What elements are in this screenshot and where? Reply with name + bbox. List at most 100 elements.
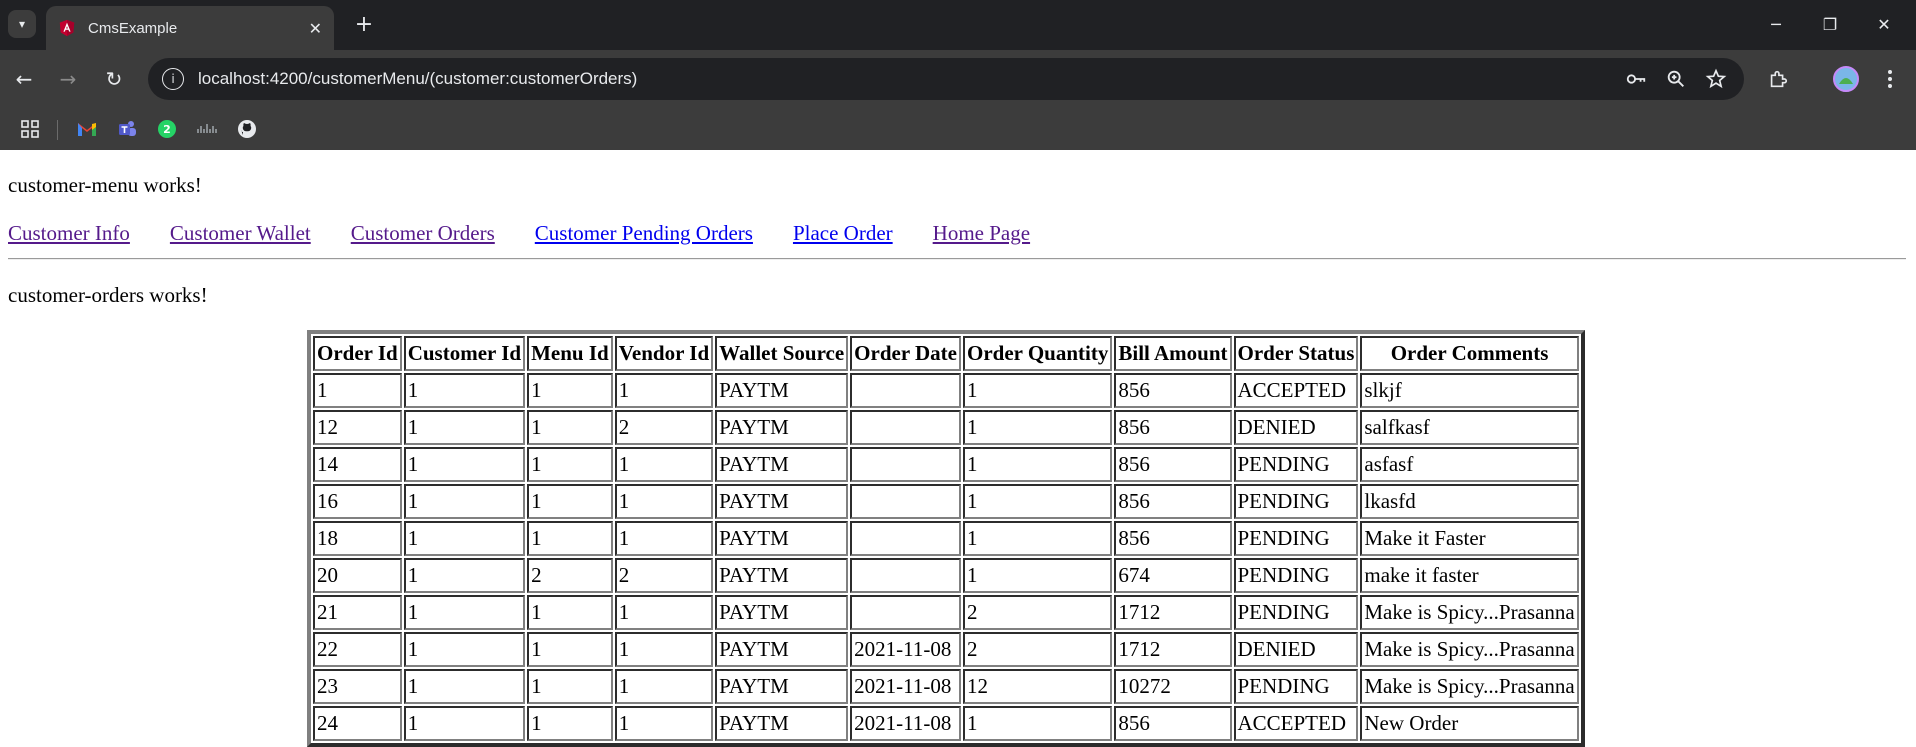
github-icon[interactable] [236, 118, 258, 140]
cell-customer-id: 1 [403, 706, 526, 741]
cell-order-date [850, 558, 961, 593]
cell-order-quantity: 2 [963, 632, 1113, 667]
cell-order-quantity: 1 [963, 447, 1113, 482]
reload-button[interactable]: ↻ [98, 63, 130, 95]
customer-pending-orders-link[interactable]: Customer Pending Orders [535, 221, 753, 245]
gmail-icon[interactable] [76, 118, 98, 140]
restore-button[interactable]: ❐ [1810, 10, 1850, 38]
cell-order-status: PENDING [1233, 521, 1359, 556]
apps-grid-icon[interactable] [19, 118, 41, 140]
cell-order-comments: make it faster [1360, 558, 1579, 593]
cell-order-comments: lkasfd [1360, 484, 1579, 519]
header-vendor-id: Vendor Id [614, 336, 714, 371]
customer-orders-link[interactable]: Customer Orders [351, 221, 495, 245]
table-row: 14 1 1 1 PAYTM 1 856 PENDING asfasf [313, 447, 1579, 482]
cell-vendor-id: 1 [614, 521, 714, 556]
cell-vendor-id: 1 [614, 706, 714, 741]
cell-menu-id: 1 [527, 410, 613, 445]
table-row: 1 1 1 1 PAYTM 1 856 ACCEPTED slkjf [313, 373, 1579, 408]
new-tab-button[interactable]: + [350, 10, 378, 38]
reload-icon: ↻ [105, 67, 123, 91]
cell-wallet-source: PAYTM [715, 706, 849, 741]
cell-order-date [850, 447, 961, 482]
restore-icon: ❐ [1822, 14, 1838, 34]
place-order-link[interactable]: Place Order [793, 221, 893, 245]
close-icon: ✕ [1877, 14, 1891, 34]
teams-icon[interactable] [116, 118, 138, 140]
tab-search-button[interactable]: ▾ [8, 10, 36, 38]
cell-bill-amount: 856 [1114, 410, 1232, 445]
cell-menu-id: 2 [527, 558, 613, 593]
url-text[interactable]: localhost:4200/customerMenu/(customer:cu… [198, 69, 1624, 89]
minimize-icon: ─ [1771, 14, 1781, 34]
cell-order-id: 20 [313, 558, 402, 593]
cell-order-date [850, 595, 961, 630]
cell-order-id: 12 [313, 410, 402, 445]
angular-favicon-icon [59, 19, 75, 37]
header-order-date: Order Date [850, 336, 961, 371]
customer-wallet-link[interactable]: Customer Wallet [170, 221, 311, 245]
cell-order-id: 22 [313, 632, 402, 667]
customer-info-link[interactable]: Customer Info [8, 221, 130, 245]
cell-wallet-source: PAYTM [715, 447, 849, 482]
cell-customer-id: 1 [403, 410, 526, 445]
header-wallet-source: Wallet Source [715, 336, 849, 371]
header-menu-id: Menu Id [527, 336, 613, 371]
cell-order-date: 2021-11-08 [850, 669, 961, 704]
browser-tab[interactable]: CmsExample ✕ [46, 6, 334, 50]
cell-customer-id: 1 [403, 484, 526, 519]
password-key-icon[interactable] [1624, 67, 1648, 91]
address-bar[interactable]: i localhost:4200/customerMenu/(customer:… [148, 58, 1744, 100]
cell-customer-id: 1 [403, 595, 526, 630]
table-row: 21 1 1 1 PAYTM 2 1712 PENDING Make is Spicy...Pr… [313, 595, 1579, 630]
cell-vendor-id: 2 [614, 558, 714, 593]
cell-customer-id: 1 [403, 373, 526, 408]
cell-wallet-source: PAYTM [715, 595, 849, 630]
whatsapp-badge: 2 [163, 123, 171, 136]
cell-bill-amount: 10272 [1114, 669, 1232, 704]
tab-title: CmsExample [88, 19, 178, 37]
cell-order-comments: salfkasf [1360, 410, 1579, 445]
cell-order-id: 1 [313, 373, 402, 408]
table-row: 24 1 1 1 PAYTM 2021-11-08 1 856 ACCEPTED New Orde… [313, 706, 1579, 741]
close-window-button[interactable]: ✕ [1864, 10, 1904, 38]
table-row: 23 1 1 1 PAYTM 2021-11-08 12 10272 PENDING Make i… [313, 669, 1579, 704]
cell-order-status: DENIED [1233, 632, 1359, 667]
minimize-button[interactable]: ─ [1756, 10, 1796, 38]
extensions-puzzle-icon[interactable] [1766, 67, 1790, 91]
cell-order-date: 2021-11-08 [850, 632, 961, 667]
header-order-quantity: Order Quantity [963, 336, 1113, 371]
close-tab-icon[interactable]: ✕ [309, 19, 322, 38]
cell-order-id: 14 [313, 447, 402, 482]
forward-button[interactable]: → [52, 63, 84, 95]
more-menu-icon[interactable] [1878, 67, 1902, 91]
back-button[interactable]: ← [8, 63, 40, 95]
table-header-row: Order Id Customer Id Menu Id Vendor Id W… [313, 336, 1579, 371]
header-order-status: Order Status [1233, 336, 1359, 371]
cell-menu-id: 1 [527, 595, 613, 630]
zoom-icon[interactable] [1664, 67, 1688, 91]
cisco-icon[interactable] [196, 118, 218, 140]
table-row: 16 1 1 1 PAYTM 1 856 PENDING lkasfd [313, 484, 1579, 519]
cell-order-comments: slkjf [1360, 373, 1579, 408]
arrow-right-icon: → [59, 67, 77, 91]
cell-wallet-source: PAYTM [715, 373, 849, 408]
cell-wallet-source: PAYTM [715, 484, 849, 519]
home-page-link[interactable]: Home Page [933, 221, 1030, 245]
browser-chrome: ▾ CmsExample ✕ + ─ ❐ ✕ ← → ↻ i localhost… [0, 0, 1916, 150]
orders-table: Order Id Customer Id Menu Id Vendor Id W… [307, 330, 1585, 747]
cell-order-date [850, 373, 961, 408]
profile-avatar[interactable] [1832, 65, 1860, 93]
cell-customer-id: 1 [403, 632, 526, 667]
site-info-icon[interactable]: i [162, 68, 184, 90]
cell-order-comments: Make is Spicy...Prasanna [1360, 632, 1579, 667]
cell-customer-id: 1 [403, 558, 526, 593]
cell-order-date [850, 484, 961, 519]
whatsapp-icon[interactable]: 2 [156, 118, 178, 140]
bookmark-star-icon[interactable] [1704, 67, 1728, 91]
customer-nav: Customer Info Customer Wallet Customer Ord… [8, 221, 1070, 246]
header-order-id: Order Id [313, 336, 402, 371]
cell-order-status: PENDING [1233, 669, 1359, 704]
arrow-left-icon: ← [15, 67, 33, 91]
cell-order-comments: Make is Spicy...Prasanna [1360, 595, 1579, 630]
